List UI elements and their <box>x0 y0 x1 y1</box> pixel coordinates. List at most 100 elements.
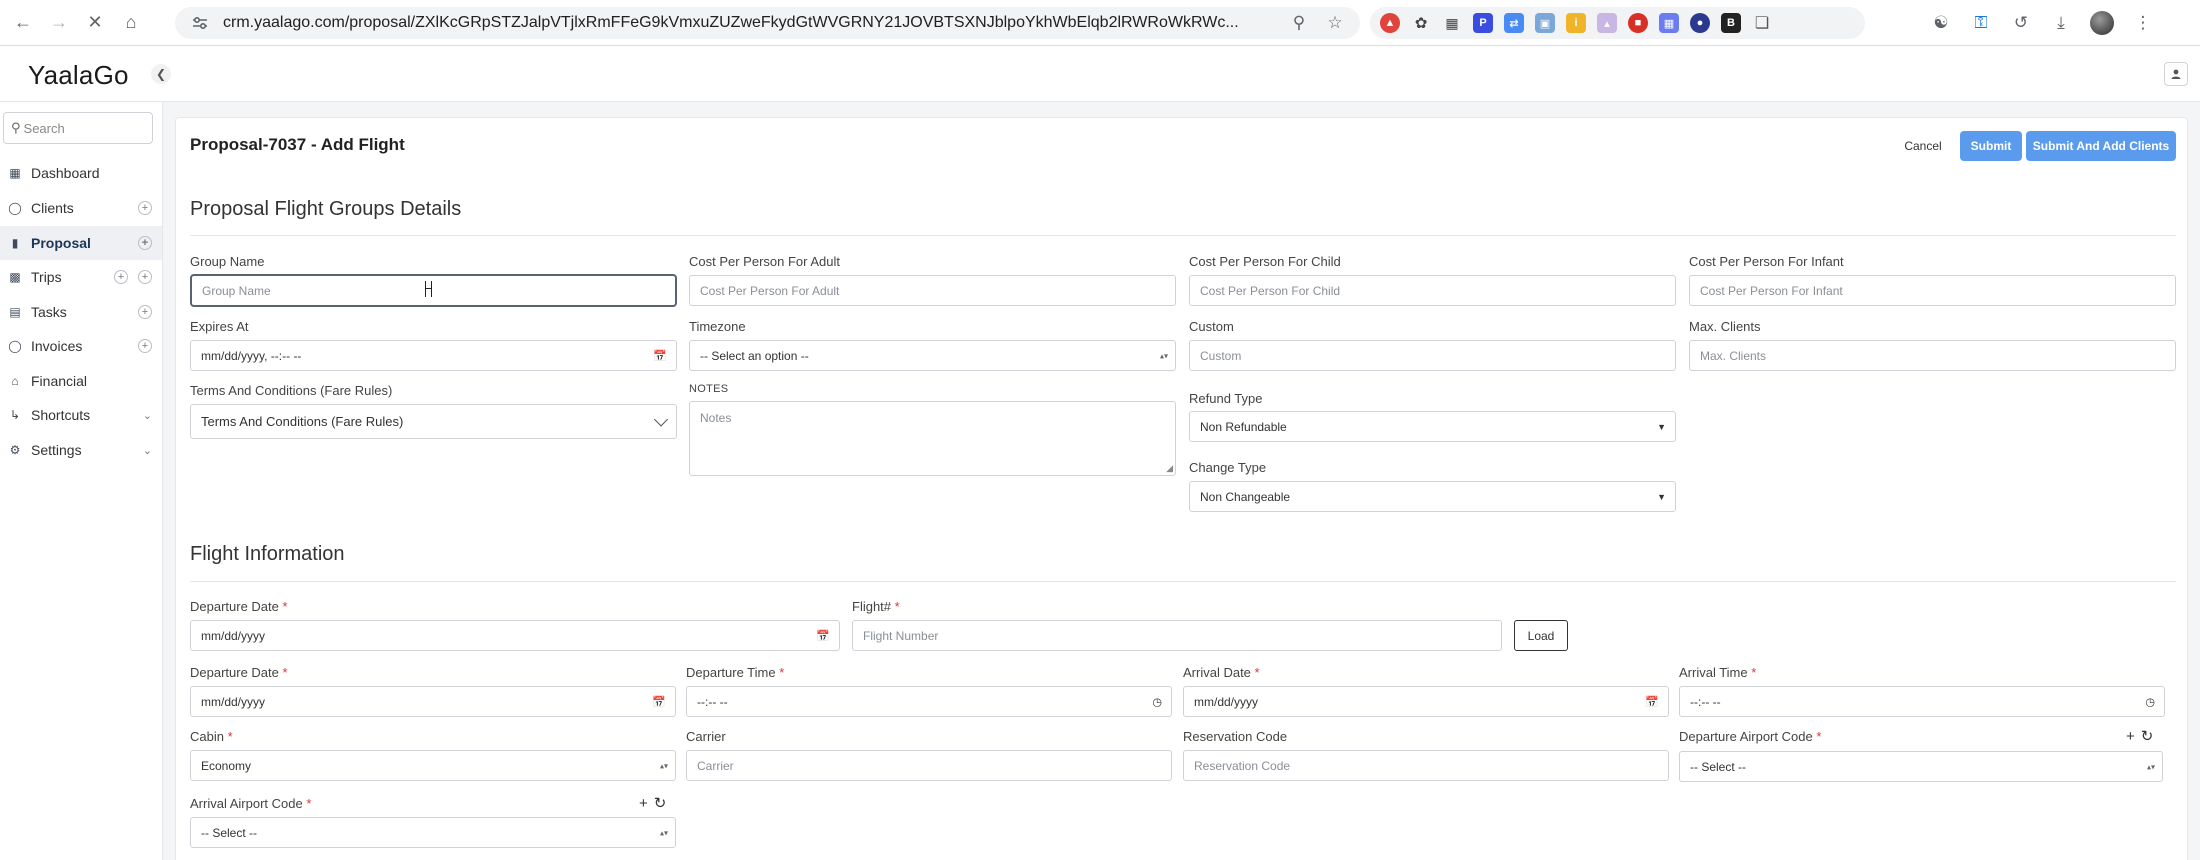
timezone-label: Timezone <box>689 319 746 334</box>
flight-number-input[interactable]: Flight Number <box>852 620 1502 651</box>
stop-loading-icon[interactable]: ✕ <box>82 10 108 36</box>
refund-type-select[interactable]: Non Refundable ▼ <box>1189 411 1676 442</box>
add-airport-plus-icon[interactable]: + <box>2126 728 2135 745</box>
extension-circle-icon[interactable]: ● <box>1690 13 1710 33</box>
sidebar-item-label: Dashboard <box>31 165 100 181</box>
cost-infant-input[interactable]: Cost Per Person For Infant <box>1689 275 2176 306</box>
sidebar-item-tasks[interactable]: ▤ Tasks + <box>0 295 162 329</box>
change-type-select[interactable]: Non Changeable ▼ <box>1189 481 1676 512</box>
submit-and-add-clients-button[interactable]: Submit And Add Clients <box>2026 131 2176 161</box>
calendar-icon[interactable]: 📅 <box>653 349 667 362</box>
cabin-select[interactable]: Economy ▴▾ <box>190 750 676 781</box>
address-bar[interactable]: crm.yaalago.com/proposal/ZXlKcGRpSTZJalp… <box>175 7 1360 39</box>
departure-airport-select[interactable]: -- Select -- ▴▾ <box>1679 751 2163 782</box>
extension-red-icon[interactable]: ▲ <box>1380 13 1400 33</box>
reservation-code-input[interactable]: Reservation Code <box>1183 750 1669 781</box>
extension-image-icon[interactable]: ▣ <box>1535 13 1555 33</box>
history-icon[interactable]: ↺ <box>2010 12 2032 34</box>
caret-down-icon: ▼ <box>1657 491 1666 502</box>
app-logo[interactable]: YaalaGo <box>28 60 129 91</box>
arrival-time-input[interactable]: --:-- -- ◷ <box>1679 686 2165 717</box>
carrier-input[interactable]: Carrier <box>686 750 1172 781</box>
expires-at-input[interactable]: mm/dd/yyyy, --:-- -- 📅 <box>190 340 677 371</box>
add-airport-plus-icon[interactable]: + <box>639 795 648 812</box>
extension-translate-icon[interactable]: ⇄ <box>1504 13 1524 33</box>
flight-number-label: Flight# * <box>852 599 900 614</box>
sidebar-item-financial[interactable]: ⌂ Financial <box>0 364 162 398</box>
download-icon[interactable]: ⤓ <box>2050 12 2072 34</box>
arrival-airport-select[interactable]: -- Select -- ▴▾ <box>190 817 676 848</box>
timezone-select[interactable]: -- Select an option -- ▴▾ <box>689 340 1176 371</box>
arrival-airport-actions: + ↻ <box>639 794 667 813</box>
site-settings-icon[interactable] <box>191 14 209 32</box>
menu-kebab-icon[interactable]: ⋮ <box>2132 12 2154 34</box>
add-client-plus-icon[interactable]: + <box>138 201 152 215</box>
forward-icon[interactable]: → <box>46 10 72 36</box>
lookup-departure-date-input[interactable]: mm/dd/yyyy 📅 <box>190 620 840 651</box>
add-trip-secondary-plus-icon[interactable]: + <box>138 270 152 284</box>
extension-b-icon[interactable]: B <box>1721 13 1741 33</box>
departure-date-input[interactable]: mm/dd/yyyy 📅 <box>190 686 676 717</box>
cost-child-input[interactable]: Cost Per Person For Child <box>1189 275 1676 306</box>
sidebar-item-trips[interactable]: ▩ Trips + + <box>0 260 162 294</box>
departure-time-input[interactable]: --:-- -- ◷ <box>686 686 1172 717</box>
calendar-icon[interactable]: 📅 <box>1645 695 1659 708</box>
carrier-label: Carrier <box>686 729 726 744</box>
add-invoice-plus-icon[interactable]: + <box>138 339 152 353</box>
arrival-airport-label: Arrival Airport Code * <box>190 796 311 811</box>
submit-button[interactable]: Submit <box>1960 131 2022 161</box>
extensions-puzzle-icon[interactable]: ❏ <box>1752 13 1772 33</box>
extension-stop-icon[interactable]: ■ <box>1628 13 1648 33</box>
back-icon[interactable]: ← <box>10 10 36 36</box>
extension-p-icon[interactable]: P <box>1473 13 1493 33</box>
notes-textarea[interactable]: Notes ◢ <box>689 401 1176 476</box>
add-task-plus-icon[interactable]: + <box>138 305 152 319</box>
collapse-sidebar-chevron-left-icon[interactable]: ❮ <box>151 64 171 84</box>
password-key-icon[interactable]: ⚿ <box>1970 12 1992 34</box>
group-name-input[interactable]: Group Name <box>190 274 677 307</box>
extension-info-icon[interactable]: i <box>1566 13 1586 33</box>
sidebar-search-input[interactable]: ⚲ Search <box>3 112 153 144</box>
section-divider <box>190 581 2176 582</box>
clock-icon[interactable]: ◷ <box>2145 695 2155 708</box>
calendar-icon[interactable]: 📅 <box>652 695 666 708</box>
cost-adult-input[interactable]: Cost Per Person For Adult <box>689 275 1176 306</box>
sidebar-item-proposal[interactable]: ▮ Proposal + <box>0 226 162 260</box>
reservation-code-label: Reservation Code <box>1183 729 1288 744</box>
terms-dropdown[interactable]: Terms And Conditions (Fare Rules) <box>190 404 677 439</box>
sidebar-item-shortcuts[interactable]: ↳ Shortcuts ⌄ <box>0 398 162 432</box>
max-clients-input[interactable]: Max. Clients <box>1689 340 2176 371</box>
calendar-icon[interactable]: 📅 <box>816 629 830 642</box>
page-title: Proposal-7037 - Add Flight <box>190 135 405 154</box>
label-text: Flight# <box>852 599 892 614</box>
add-trip-plus-icon[interactable]: + <box>114 270 128 284</box>
url-text[interactable]: crm.yaalago.com/proposal/ZXlKcGRpSTZJalp… <box>223 14 1288 32</box>
proposal-document-icon: ▮ <box>11 236 19 250</box>
browser-toolbar: ← → ✕ ⌂ crm.yaalago.com/proposal/ZXlKcGR… <box>0 0 2200 46</box>
sidebar-item-clients[interactable]: ◯ Clients + <box>0 191 162 225</box>
required-asterisk: * <box>779 665 785 680</box>
incognito-icon[interactable]: ☯ <box>1930 12 1952 34</box>
user-menu-icon[interactable] <box>2164 62 2188 86</box>
sidebar-item-invoices[interactable]: ◯ Invoices + <box>0 329 162 363</box>
sidebar-item-settings[interactable]: ⚙ Settings ⌄ <box>0 433 162 467</box>
load-flight-button[interactable]: Load <box>1514 620 1568 651</box>
add-proposal-plus-icon[interactable]: + <box>138 236 152 250</box>
custom-input[interactable]: Custom <box>1189 340 1676 371</box>
home-icon[interactable]: ⌂ <box>118 10 144 36</box>
refresh-icon[interactable]: ↻ <box>2141 727 2154 745</box>
refresh-icon[interactable]: ↻ <box>654 794 667 812</box>
extension-photo-icon[interactable]: ▴ <box>1597 13 1617 33</box>
sidebar-item-dashboard[interactable]: ▦ Dashboard <box>0 156 162 190</box>
extension-fan-icon[interactable]: ✿ <box>1411 13 1431 33</box>
bookmark-star-icon[interactable]: ☆ <box>1324 12 1346 34</box>
zoom-icon[interactable]: ⚲ <box>1288 12 1310 34</box>
expires-at-value: mm/dd/yyyy, --:-- -- <box>201 348 302 363</box>
resize-grip-icon[interactable]: ◢ <box>1166 464 1173 473</box>
arrival-date-input[interactable]: mm/dd/yyyy 📅 <box>1183 686 1669 717</box>
cancel-button[interactable]: Cancel <box>1896 131 1950 161</box>
clock-icon[interactable]: ◷ <box>1152 695 1162 708</box>
extension-puzzle-grid-icon[interactable]: ▦ <box>1659 13 1679 33</box>
extension-grid-icon[interactable]: ▦ <box>1442 13 1462 33</box>
profile-avatar[interactable] <box>2090 11 2114 35</box>
